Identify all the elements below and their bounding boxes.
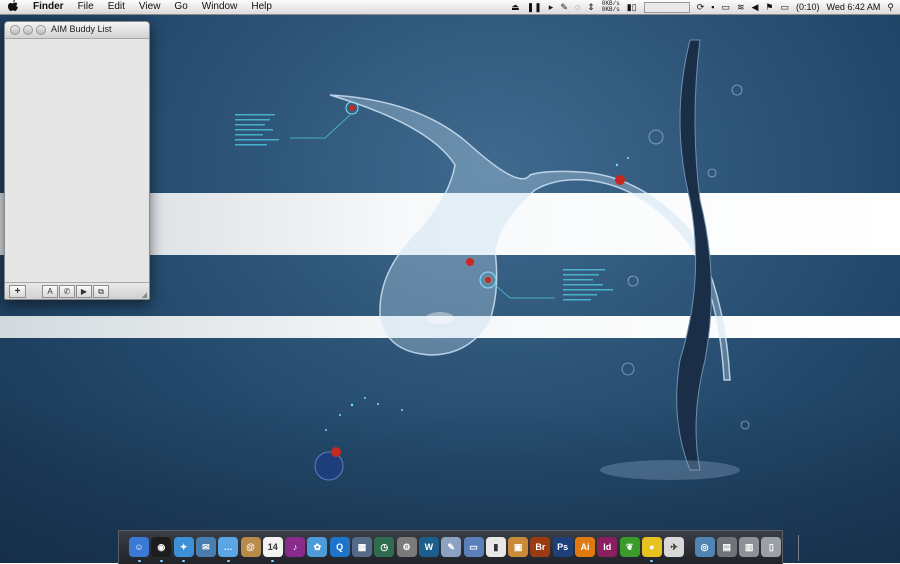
chat-room-icon[interactable]: ⧉ [93, 285, 109, 298]
dreamweaver-icon[interactable]: W [418, 537, 439, 557]
bridge-icon[interactable]: Br [530, 537, 551, 557]
menu-extras: ⏏ ❚❚ ▸ ✎ ◌ ⇕ 0KB/s 0KB/s ▮▯ ⟳ ▪ ▭ ≋ ◀ ⚑ … [511, 0, 894, 14]
window-title: AIM Buddy List [51, 24, 112, 34]
ladybug-icon [485, 277, 491, 283]
running-indicator [137, 560, 141, 562]
buddy-list[interactable] [5, 39, 149, 282]
network-monitor[interactable]: 0KB/s 0KB/s [602, 1, 620, 13]
ichat-icon[interactable]: … [218, 537, 239, 557]
minimize-button[interactable] [23, 25, 33, 35]
menu-file[interactable]: File [71, 0, 101, 14]
battery-time[interactable]: (0:10) [796, 2, 820, 12]
safari-icon[interactable]: ✦ [173, 537, 194, 557]
iphoto-icon[interactable]: ✿ [307, 537, 328, 557]
close-button[interactable] [10, 25, 20, 35]
finder-icon[interactable]: ☺ [129, 537, 149, 557]
callout-line [290, 114, 351, 139]
us-flag-icon[interactable]: ⚑ [765, 2, 773, 13]
system-preferences-icon[interactable]: ⚙ [396, 537, 417, 557]
video-camera-icon[interactable]: ▶ [76, 285, 92, 298]
glass-drop-shape [329, 94, 731, 381]
ladybug-icon [615, 175, 625, 185]
menu-window[interactable]: Window [195, 0, 245, 14]
chat-bubble-icon[interactable]: ◌ [575, 2, 580, 12]
pause-icon[interactable]: ❚❚ [527, 2, 542, 13]
running-indicator [182, 560, 186, 562]
keynote-icon[interactable]: ▭ [463, 537, 484, 557]
send-message-button[interactable]: A [42, 285, 58, 298]
sync-icon[interactable]: ⟳ [697, 2, 705, 13]
cpu-meter-icon[interactable]: ▮▯ [627, 2, 637, 13]
dock-separator [798, 535, 799, 561]
adium-duck-icon[interactable]: ● [641, 537, 662, 557]
window-titlebar[interactable]: AIM Buddy List [5, 22, 149, 39]
preview-icon[interactable]: ▣ [508, 537, 529, 557]
blue-ball [314, 451, 344, 481]
vine-trunk [676, 39, 712, 471]
network-globe-icon[interactable]: ◎ [694, 537, 715, 557]
vine-puddle [600, 460, 740, 480]
battery-icon[interactable]: ▭ [781, 2, 790, 13]
display-icon[interactable]: ▭ [721, 2, 730, 13]
itunes-icon[interactable]: ♪ [285, 537, 306, 557]
callout-line [494, 284, 555, 299]
add-buddy-button[interactable]: + [9, 285, 26, 298]
next-track-icon[interactable]: ▸ [549, 2, 554, 13]
trash-icon[interactable]: ▯ [761, 537, 782, 557]
menu-app-finder[interactable]: Finder [26, 0, 71, 14]
indesign-icon[interactable]: Id [597, 537, 618, 557]
wifi-icon[interactable]: ≋ [737, 2, 745, 13]
aim-buddy-list-window: AIM Buddy List + A ✆ ▶ ⧉ ◢ [4, 21, 150, 300]
window-toolbar: + A ✆ ▶ ⧉ ◢ [5, 282, 149, 299]
apple-menu-icon[interactable] [0, 0, 26, 14]
menu-help[interactable]: Help [244, 0, 279, 14]
ladybug-icon [466, 258, 474, 266]
spaces-icon[interactable]: ▦ [352, 537, 372, 557]
volume-icon[interactable]: ◀ [752, 2, 759, 13]
twitter-bird-icon[interactable]: ✎ [560, 2, 568, 13]
drop-highlight [426, 312, 454, 324]
quicktime-icon[interactable]: Q [329, 537, 350, 557]
callout-text-block [563, 269, 613, 301]
ical-icon[interactable]: 14 [262, 537, 283, 557]
menu-bar: Finder File Edit View Go Window Help ⏏ ❚… [0, 0, 900, 15]
ladybug-icon [349, 105, 355, 111]
spotlight-search-icon[interactable]: ⚲ [887, 2, 894, 13]
running-indicator [226, 560, 230, 562]
dock: ☺ ◉ ✦ ✉… @14 ♪ ✿ Q ▦ ◷ ⚙ W ✎ ▭ ▮ ▣ Br Ps Ai Id ❦ ● ✈ ◎ ▤ ▥ ▯ [118, 530, 799, 564]
chart-icon[interactable]: ▮ [485, 537, 506, 557]
aim-icon[interactable]: ✈ [664, 537, 685, 557]
running-indicator [159, 560, 163, 562]
mail-icon[interactable]: ✉ [195, 537, 216, 557]
menu-edit[interactable]: Edit [101, 0, 132, 14]
address-book-icon[interactable]: @ [240, 537, 261, 557]
zoom-button[interactable] [36, 25, 46, 35]
menu-clock[interactable]: Wed 6:42 AM [827, 2, 881, 12]
documents-stack-icon[interactable]: ▥ [739, 537, 760, 557]
illustrator-icon[interactable]: Ai [575, 537, 595, 557]
phone-icon[interactable]: ✆ [59, 285, 75, 298]
resize-grip-icon[interactable]: ◢ [142, 291, 147, 299]
eject-icon[interactable]: ⏏ [511, 2, 520, 13]
callout-text-block [235, 114, 279, 146]
up-down-arrows-icon[interactable]: ⇕ [587, 2, 595, 13]
time-machine-icon[interactable]: ◷ [374, 537, 395, 557]
running-indicator [650, 560, 654, 562]
menu-go[interactable]: Go [167, 0, 194, 14]
terminal-icon[interactable]: ▪ [711, 2, 714, 12]
running-indicator [271, 560, 275, 562]
activity-graph[interactable] [643, 1, 690, 13]
script-editor-icon[interactable]: ✎ [441, 537, 462, 557]
menu-view[interactable]: View [132, 0, 168, 14]
applications-stack-icon[interactable]: ▤ [716, 537, 737, 557]
ladybug-icon [331, 447, 341, 457]
dashboard-icon[interactable]: ◉ [151, 537, 172, 557]
leaf-icon[interactable]: ❦ [619, 537, 640, 557]
net-down-rate: 0KB/s [601, 6, 620, 13]
photoshop-icon[interactable]: Ps [552, 537, 573, 557]
